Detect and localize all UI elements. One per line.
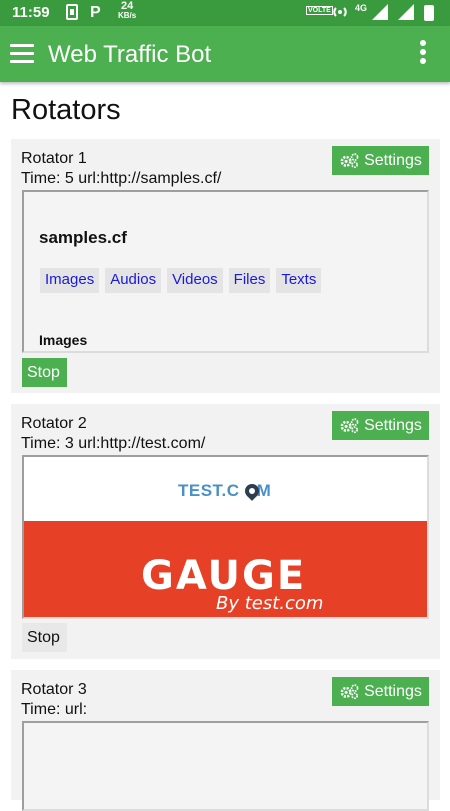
preview-heading: samples.cf bbox=[39, 228, 127, 247]
stop-button[interactable]: Stop bbox=[22, 358, 67, 387]
rotator-info: Time: url: bbox=[21, 701, 88, 718]
signal-2-icon bbox=[398, 4, 414, 23]
tab-files[interactable]: Files bbox=[228, 268, 271, 293]
tab-videos[interactable]: Videos bbox=[167, 268, 223, 293]
signal-icon bbox=[372, 4, 388, 23]
settings-label: Settings bbox=[364, 151, 422, 169]
tab-audios[interactable]: Audios bbox=[105, 268, 162, 293]
preview-section-heading: Images bbox=[39, 332, 88, 348]
settings-button[interactable]: Settings bbox=[332, 411, 429, 440]
gears-icon bbox=[340, 153, 359, 169]
tab-images[interactable]: Images bbox=[40, 268, 100, 293]
settings-label: Settings bbox=[364, 682, 422, 700]
status-bar: 11:59 P 24 KB/s VOLTE 4G bbox=[0, 0, 450, 26]
stop-button[interactable]: Stop bbox=[22, 623, 67, 652]
rotator-card-1: Rotator 1 Time: 5 url:http://samples.cf/… bbox=[11, 139, 440, 393]
rotator-info: Time: 5 url:http://samples.cf/ bbox=[21, 170, 222, 187]
settings-button[interactable]: Settings bbox=[332, 677, 429, 706]
rotator-name: Rotator 3 bbox=[21, 681, 87, 698]
sim-icon bbox=[66, 4, 78, 23]
p-app-icon: P bbox=[90, 4, 101, 21]
tab-texts[interactable]: Texts bbox=[276, 268, 322, 293]
rotator-name: Rotator 2 bbox=[21, 415, 87, 432]
more-vert-icon[interactable] bbox=[416, 40, 430, 68]
rotator-info: Time: 3 url:http://test.com/ bbox=[21, 435, 206, 452]
app-title: Web Traffic Bot bbox=[48, 41, 212, 68]
page-title: Rotators bbox=[11, 94, 121, 126]
rotator-preview[interactable] bbox=[22, 721, 429, 811]
rotator-name: Rotator 1 bbox=[21, 150, 87, 167]
settings-label: Settings bbox=[364, 416, 422, 434]
preview-tabs: Images Audios Videos Files Texts bbox=[40, 268, 322, 293]
hotspot-icon bbox=[332, 4, 348, 23]
settings-button[interactable]: Settings bbox=[332, 146, 429, 175]
rotator-card-2: Rotator 2 Time: 3 url:http://test.com/ S… bbox=[11, 404, 440, 659]
battery-icon bbox=[424, 5, 434, 21]
network-type-icon: 4G bbox=[355, 3, 368, 13]
volte-icon: VOLTE bbox=[306, 6, 333, 15]
rotator-preview[interactable]: samples.cf Images Audios Videos Files Te… bbox=[22, 190, 429, 353]
status-time: 11:59 bbox=[12, 4, 50, 21]
app-bar: Web Traffic Bot bbox=[0, 26, 450, 82]
rotator-card-3: Rotator 3 Time: url: Settings bbox=[11, 670, 440, 811]
gauge-byline: By test.com bbox=[216, 593, 324, 614]
gears-icon bbox=[340, 684, 359, 700]
net-speed-indicator: 24 KB/s bbox=[118, 0, 137, 21]
rotator-preview[interactable]: TEST.C M GAUGE By test.com bbox=[22, 455, 429, 619]
hamburger-menu-icon[interactable] bbox=[10, 44, 34, 64]
gears-icon bbox=[340, 418, 359, 434]
